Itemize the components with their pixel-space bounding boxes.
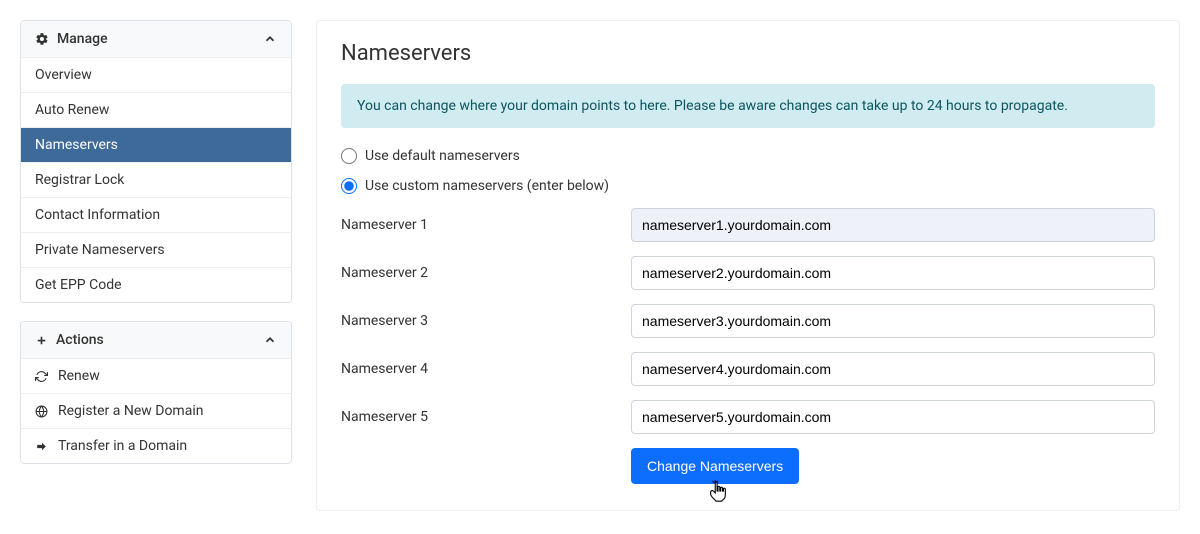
globe-icon xyxy=(35,405,48,418)
sidebar-item-label: Transfer in a Domain xyxy=(58,438,187,454)
nameserver-row-4: Nameserver 4 xyxy=(341,352,1155,386)
sidebar-item-transfer-domain[interactable]: Transfer in a Domain xyxy=(21,428,291,463)
manage-panel: Manage Overview Auto Renew Nameservers R… xyxy=(20,20,292,303)
manage-title: Manage xyxy=(57,31,108,47)
nameserver-label: Nameserver 5 xyxy=(341,409,631,425)
chevron-up-icon xyxy=(263,333,277,347)
plus-icon xyxy=(35,334,48,347)
sidebar-item-label: Renew xyxy=(58,368,100,384)
nameserver-row-1: Nameserver 1 xyxy=(341,208,1155,242)
nameserver-row-2: Nameserver 2 xyxy=(341,256,1155,290)
nameserver-label: Nameserver 2 xyxy=(341,265,631,281)
sidebar-item-overview[interactable]: Overview xyxy=(21,57,291,92)
page-title: Nameservers xyxy=(341,41,1155,66)
sidebar-item-contact-information[interactable]: Contact Information xyxy=(21,197,291,232)
cursor-pointer-icon xyxy=(707,480,729,508)
sidebar: Manage Overview Auto Renew Nameservers R… xyxy=(20,20,292,511)
nameserver-label: Nameserver 1 xyxy=(341,217,631,233)
sidebar-item-label: Nameservers xyxy=(35,137,118,153)
radio-label: Use default nameservers xyxy=(365,148,520,164)
nameserver-5-input[interactable] xyxy=(631,400,1155,434)
radio-default-nameservers[interactable]: Use default nameservers xyxy=(341,148,1155,164)
sidebar-item-get-epp-code[interactable]: Get EPP Code xyxy=(21,267,291,302)
sidebar-item-label: Private Nameservers xyxy=(35,242,165,258)
nameserver-4-input[interactable] xyxy=(631,352,1155,386)
radio-custom-nameservers[interactable]: Use custom nameservers (enter below) xyxy=(341,178,1155,194)
share-icon xyxy=(35,440,48,453)
gear-icon xyxy=(35,32,49,46)
sidebar-item-label: Overview xyxy=(35,67,92,83)
nameserver-row-3: Nameserver 3 xyxy=(341,304,1155,338)
radio-label: Use custom nameservers (enter below) xyxy=(365,178,609,194)
sidebar-item-registrar-lock[interactable]: Registrar Lock xyxy=(21,162,291,197)
sidebar-item-renew[interactable]: Renew xyxy=(21,358,291,393)
nameserver-label: Nameserver 4 xyxy=(341,361,631,377)
nameserver-row-5: Nameserver 5 xyxy=(341,400,1155,434)
sidebar-item-label: Contact Information xyxy=(35,207,160,223)
chevron-up-icon xyxy=(263,32,277,46)
radio-custom-input[interactable] xyxy=(341,178,357,194)
nameserver-label: Nameserver 3 xyxy=(341,313,631,329)
nameserver-3-input[interactable] xyxy=(631,304,1155,338)
manage-header[interactable]: Manage xyxy=(21,21,291,57)
refresh-icon xyxy=(35,370,48,383)
nameserver-1-input[interactable] xyxy=(631,208,1155,242)
main-content: Nameservers You can change where your do… xyxy=(316,20,1180,511)
sidebar-item-auto-renew[interactable]: Auto Renew xyxy=(21,92,291,127)
sidebar-item-label: Get EPP Code xyxy=(35,277,122,293)
sidebar-item-private-nameservers[interactable]: Private Nameservers xyxy=(21,232,291,267)
actions-title: Actions xyxy=(56,332,104,348)
sidebar-item-label: Auto Renew xyxy=(35,102,109,118)
sidebar-item-label: Registrar Lock xyxy=(35,172,124,188)
sidebar-item-label: Register a New Domain xyxy=(58,403,203,419)
sidebar-item-register-domain[interactable]: Register a New Domain xyxy=(21,393,291,428)
actions-panel: Actions Renew Register a New Do xyxy=(20,321,292,464)
nameserver-2-input[interactable] xyxy=(631,256,1155,290)
info-alert: You can change where your domain points … xyxy=(341,84,1155,128)
sidebar-item-nameservers[interactable]: Nameservers xyxy=(21,127,291,162)
radio-default-input[interactable] xyxy=(341,148,357,164)
change-nameservers-button[interactable]: Change Nameservers xyxy=(631,448,799,484)
actions-header[interactable]: Actions xyxy=(21,322,291,358)
